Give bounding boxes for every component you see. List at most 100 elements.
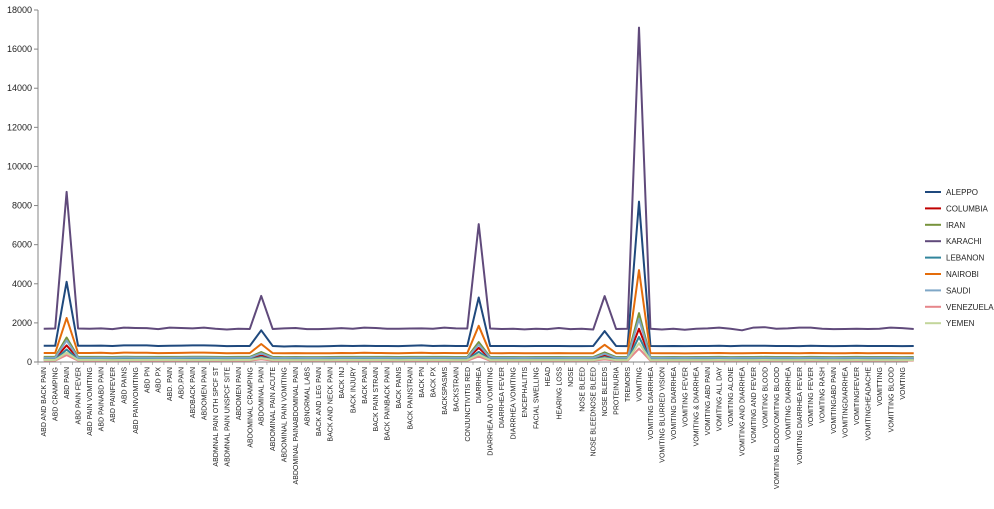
x-tick-label: HEAD [545,367,552,386]
x-tick-label: ABD CRAMPING [53,367,60,421]
x-tick-label: ABD PAIN VOMITING [87,367,94,436]
x-tick-label: BACK AND NECK PAIN [327,367,334,442]
x-tick-label: ABD PAINFEVER [110,367,117,423]
line-chart: 0 2000 4000 6000 8000 10000 12000 14000 16000 180… [7,5,994,489]
x-tick-label: BACKSPASMS [442,367,449,415]
x-tick-label: BACKSTRAIN [453,367,460,412]
x-tick-label: VOMITING AND DIARRHEA [740,367,747,456]
x-tick-label: VOMITTING BLOOD [888,367,895,432]
x-tick-label: VOMITINGHEADACHE [865,367,872,441]
x-tick-label: ABDOMEN PAIN [201,367,208,420]
series-lines [43,26,914,362]
x-tick-label: VOMITING FEVER [808,367,815,427]
x-tick-label: VOMITING DIARRHEA FEVER [797,367,804,465]
x-tick-label: VOMITINGFEVER [854,367,861,425]
x-tick-label: VOMITING DIARRHEA [785,367,792,440]
x-tick-label: VOMITING BLURRED VISION [659,367,666,463]
x-tick-label: ABD. PAIN [167,367,174,401]
x-tick-label: VOMITING ALONE [728,367,735,427]
x-tick-label: VOMITINGDIARRHEA [843,367,850,438]
legend-label: KARACHI [946,237,982,246]
y-tick-label: 18000 [7,5,32,15]
x-tick-label: VOMITINGABD PAIN [831,367,838,434]
series-line-iran [43,312,914,359]
x-tick-label: HEARING LOSS [556,367,563,420]
legend-label: ALEPPO [946,188,978,197]
y-tick-label: 16000 [7,44,32,54]
y-tick-label: 0 [27,357,32,367]
x-tick-label: CONJUNCTIVITIS RED [465,367,472,442]
x-tick-label: ABD PN [144,367,151,393]
x-tick-label: ABDOMINAL PAIN [259,367,266,426]
x-tick-label: BACK PAIN [362,367,369,404]
x-tick-label: ABDMNAL PAIN OTH SPCF ST [213,366,220,466]
x-tick-label: BACK PX [430,367,437,398]
legend-label: COLUMBIA [946,204,988,213]
x-tick-label: VOMITING ALL DAY [717,367,724,432]
x-tick-label: VOMITING BLOODVOMITING BLOOD [774,367,781,489]
x-tick-label: ABD PAINVOMITING [133,367,140,434]
series-line-nairobi [43,269,914,355]
x-tick-label: DIARRHEA AND VOMITING [488,367,495,456]
x-tick-label: VOMTING [900,367,907,400]
x-tick-label: BACK PN [419,367,426,398]
series-line-karachi [43,26,914,332]
x-tick-label: BACK PAINS [396,367,403,409]
legend-label: SAUDI [946,286,970,295]
x-tick-label: ABDOMINAL PAIN VOMITING [282,367,289,462]
x-tick-label: BACK PAIN STRAIN [373,367,380,431]
x-tick-label: BACK INJURY [350,367,357,413]
x-tick-label: ABD PAIN [64,367,71,399]
x-axis: ABD AND BACK PAIN ABD CRAMPING ABD PAIN ABD… [37,361,908,489]
y-tick-label: 12000 [7,122,32,132]
x-tick-label: NOSE BLEED [579,367,586,412]
legend: ALEPPO COLUMBIA IRAN KARACHI LEBANON NAIROBI S… [925,188,994,328]
x-tick-label: FACIAL SWELLING [533,367,540,429]
x-tick-label: VOMITING & DIARRHEA [694,367,701,447]
x-tick-label: ABD PX [156,367,163,393]
x-tick-label: ABD AND BACK PAIN [41,367,48,437]
x-tick-label: BACK INJ [339,367,346,399]
y-tick-label: 14000 [7,83,32,93]
x-tick-label: DIARRHEA [476,367,483,404]
x-tick-label: BACK PAINBACK PAIN [385,367,392,441]
x-tick-label: ENCEPHALITIS [522,367,529,418]
y-tick-label: 10000 [7,161,32,171]
x-tick-label: ABDOMINAL CRAMPING [247,367,254,448]
x-tick-label: ABDOMEN PAIN [236,367,243,420]
x-tick-label: VOMITING DIARRHEA [671,367,678,440]
x-tick-label: BACK AND LEG PAIN [316,367,323,436]
x-tick-label: VOMITING [636,367,643,402]
legend-label: LEBANON [946,254,984,263]
x-tick-label: VOMITTING [877,367,884,406]
x-tick-label: BACK PAINSTRAIN [408,367,415,430]
x-tick-label: ABD PAINS [121,367,128,404]
y-tick-label: 8000 [12,201,32,211]
x-tick-label: ABDBACK PAIN [190,367,197,418]
x-tick-label: ABDOMINAL PAIN ACUTE [270,367,277,451]
x-tick-label: ABD PAINABD PAIN [98,367,105,431]
x-tick-label: TREMORS [625,367,632,402]
y-tick-label: 4000 [12,279,32,289]
x-tick-label: ABD.PAIN [179,367,186,399]
x-tick-label: ABDMNAL PAIN UNSPCF SITE [224,367,231,467]
x-tick-label: ABNORMAL LABS [305,367,312,426]
x-tick-label: PROTEINURIA [614,367,621,415]
x-tick-label: VOMITING FEVER [682,367,689,427]
x-tick-label: VOMITING AND FEVER [751,367,758,443]
x-tick-label: ABD PAIN FEVER [76,367,83,424]
x-tick-label: VOMITING RASH [820,367,827,423]
legend-label: VENEZUELA [946,303,994,312]
x-tick-label: VOMITING ABD PAIN [705,367,712,435]
y-tick-label: 2000 [12,318,32,328]
legend-label: YEMEN [946,319,975,328]
y-axis: 0 2000 4000 6000 8000 10000 12000 14000 16000 180… [7,5,39,367]
x-tick-label: VOMITING BLOOD [762,367,769,428]
x-tick-label: ABDOMINAL PAINABDOMINAL PAIN [293,367,300,484]
legend-label: NAIROBI [946,270,979,279]
x-tick-label: NOSE BLEEDNOSE BLEED [591,367,598,456]
x-tick-label: DIARRHEA VOMITING [511,367,518,439]
y-tick-label: 6000 [12,240,32,250]
x-tick-label: VOMITING DIARRHEA [648,367,655,440]
x-tick-label: NOSE [568,367,575,387]
